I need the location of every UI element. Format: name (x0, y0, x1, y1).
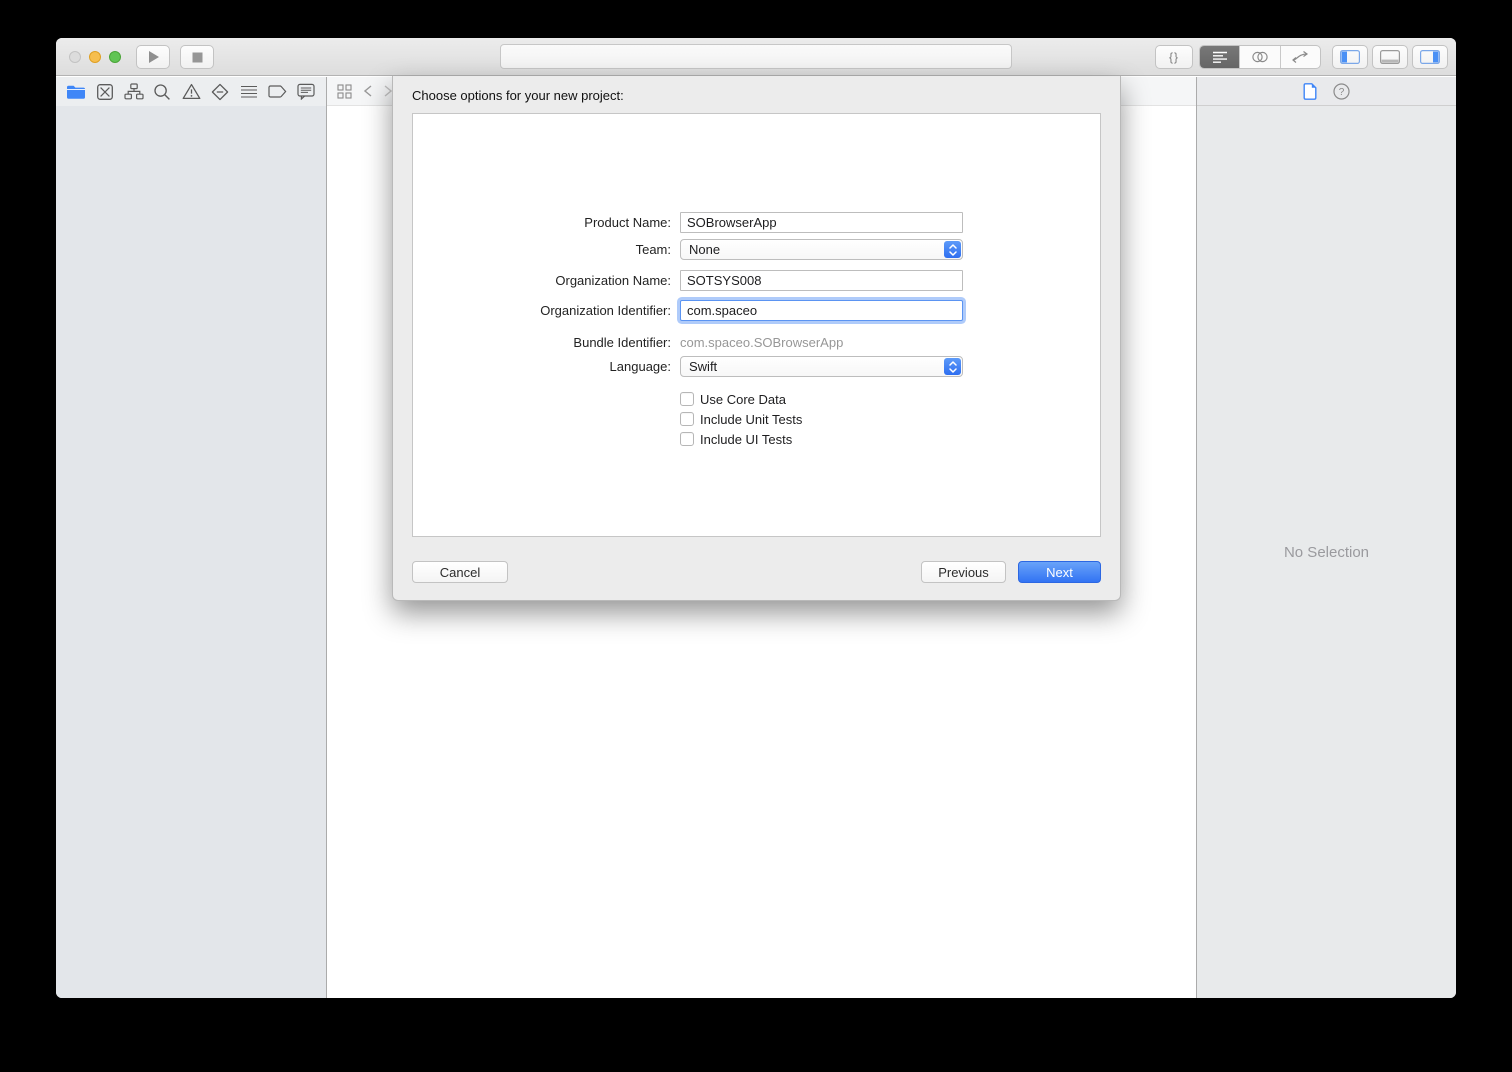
bundle-identifier-row: Bundle Identifier: com.spaceo.SOBrowserA… (393, 332, 1120, 353)
forward-chevron-icon[interactable] (384, 85, 392, 97)
product-name-value: SOBrowserApp (687, 215, 777, 230)
organization-identifier-row: Organization Identifier: com.spaceo (393, 300, 1120, 321)
product-name-label: Product Name: (584, 215, 671, 230)
product-name-row: Product Name: SOBrowserApp (393, 212, 1120, 233)
xcode-window: {} ? No Selection Choose options for you… (56, 38, 1456, 998)
organization-identifier-input[interactable]: com.spaceo (680, 300, 963, 321)
sheet-title: Choose options for your new project: (412, 88, 624, 103)
test-navigator-icon[interactable] (208, 81, 232, 103)
include-ui-tests-label: Include UI Tests (700, 431, 793, 447)
organization-identifier-value: com.spaceo (687, 303, 758, 318)
related-items-icon[interactable] (337, 83, 352, 99)
breakpoint-navigator-icon[interactable] (265, 81, 289, 103)
source-control-navigator-icon[interactable] (93, 81, 117, 103)
stop-button[interactable] (180, 45, 214, 69)
organization-name-input[interactable]: SOTSYS008 (680, 270, 963, 291)
team-label: Team: (635, 242, 671, 257)
back-chevron-icon[interactable] (364, 85, 372, 97)
editor-mode-segmented-control (1199, 45, 1321, 69)
popup-stepper-icon (944, 358, 961, 375)
run-icon (147, 50, 160, 64)
inspector-panel-toggle-icon (1420, 50, 1440, 64)
run-button[interactable] (136, 45, 170, 69)
navigator-panel (56, 77, 327, 998)
include-unit-tests-label: Include Unit Tests (700, 411, 803, 427)
checkbox-icon (680, 392, 694, 406)
organization-name-label: Organization Name: (555, 273, 671, 288)
version-editor-button[interactable] (1281, 46, 1320, 68)
toolbar: {} (56, 38, 1456, 76)
braces-icon: {} (1168, 50, 1179, 64)
screen: {} ? No Selection Choose options for you… (0, 0, 1512, 1072)
language-popup[interactable]: Swift (680, 356, 963, 377)
inspector-panel-toggle[interactable] (1412, 45, 1448, 69)
inspector-panel: ? No Selection (1196, 77, 1456, 998)
symbol-navigator-icon[interactable] (122, 81, 146, 103)
issue-navigator-icon[interactable] (179, 81, 203, 103)
activity-viewer (500, 44, 1012, 69)
new-project-options-sheet: Choose options for your new project: Pro… (392, 76, 1121, 601)
bundle-identifier-label: Bundle Identifier: (573, 335, 671, 350)
version-editor-icon (1291, 51, 1309, 63)
svg-text:?: ? (1339, 87, 1345, 98)
checkbox-icon (680, 412, 694, 426)
organization-name-row: Organization Name: SOTSYS008 (393, 270, 1120, 291)
assistant-editor-button[interactable] (1240, 46, 1281, 68)
debug-navigator-icon[interactable] (237, 81, 261, 103)
close-traffic-light[interactable] (69, 51, 81, 63)
team-row: Team: None (393, 239, 1120, 260)
report-navigator-icon[interactable] (294, 81, 318, 103)
assistant-editor-icon (1251, 51, 1269, 63)
checkbox-icon (680, 432, 694, 446)
next-button[interactable]: Next (1018, 561, 1101, 583)
language-label: Language: (609, 359, 671, 374)
include-unit-tests-checkbox[interactable]: Include Unit Tests (680, 411, 802, 427)
standard-editor-icon (1212, 51, 1228, 63)
inspector-tab-bar: ? (1197, 77, 1456, 106)
navigator-panel-toggle[interactable] (1332, 45, 1368, 69)
navigator-tab-bar (56, 77, 326, 106)
debug-panel-toggle-icon (1380, 50, 1400, 64)
file-inspector-icon[interactable] (1303, 82, 1317, 100)
debug-panel-toggle[interactable] (1372, 45, 1408, 69)
language-row: Language: Swift (393, 356, 1120, 377)
inspector-content: No Selection (1197, 106, 1456, 998)
quick-help-icon[interactable]: ? (1333, 82, 1350, 100)
use-core-data-checkbox[interactable]: Use Core Data (680, 391, 786, 407)
team-popup[interactable]: None (680, 239, 963, 260)
navigator-content[interactable] (56, 106, 326, 998)
organization-name-value: SOTSYS008 (687, 273, 762, 288)
team-value: None (689, 242, 721, 257)
use-core-data-label: Use Core Data (700, 391, 786, 407)
no-selection-label: No Selection (1283, 543, 1370, 561)
stop-icon (192, 52, 203, 63)
previous-button[interactable]: Previous (921, 561, 1006, 583)
organization-identifier-label: Organization Identifier: (540, 303, 671, 318)
cancel-button[interactable]: Cancel (412, 561, 508, 583)
popup-stepper-icon (944, 241, 961, 258)
project-navigator-icon[interactable] (64, 81, 88, 103)
panel-toggle-group (1332, 45, 1448, 69)
product-name-input[interactable]: SOBrowserApp (680, 212, 963, 233)
language-value: Swift (689, 359, 718, 374)
code-snippet-button[interactable]: {} (1155, 45, 1193, 69)
bundle-identifier-value: com.spaceo.SOBrowserApp (680, 335, 844, 350)
options-box (412, 113, 1101, 537)
zoom-traffic-light[interactable] (109, 51, 121, 63)
include-ui-tests-checkbox[interactable]: Include UI Tests (680, 431, 792, 447)
minimize-traffic-light[interactable] (89, 51, 101, 63)
find-navigator-icon[interactable] (150, 81, 174, 103)
standard-editor-button[interactable] (1200, 46, 1241, 68)
navigator-panel-toggle-icon (1340, 50, 1360, 64)
